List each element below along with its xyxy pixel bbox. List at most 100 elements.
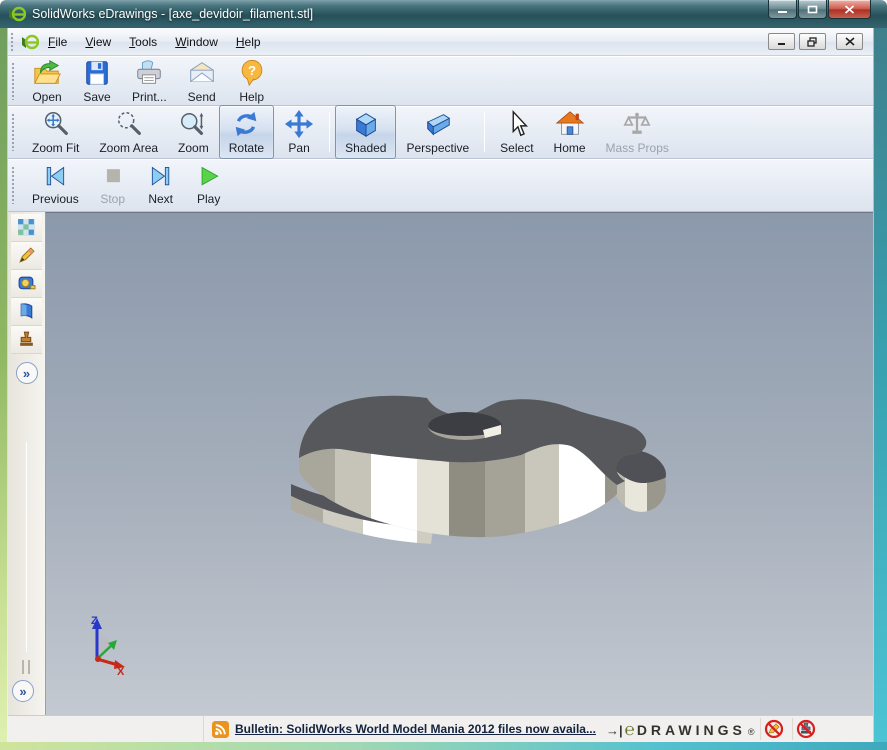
menu-window[interactable]: Window <box>166 31 227 53</box>
svg-text:?: ? <box>248 62 256 77</box>
components-pattern-icon <box>17 218 36 237</box>
zoom-fit-label: Zoom Fit <box>32 141 79 155</box>
home-button[interactable]: Home <box>544 105 596 159</box>
help-button[interactable]: ? Help <box>227 54 277 108</box>
document-restore-button[interactable] <box>799 33 826 50</box>
toolbar-grip[interactable] <box>11 62 15 100</box>
toolbar-standard: Open Save Print... <box>8 56 873 106</box>
menu-tools[interactable]: Tools <box>120 31 166 53</box>
sidebar-expand-bottom-button[interactable]: » <box>12 680 34 702</box>
document-minimize-icon <box>777 37 787 46</box>
close-button[interactable] <box>828 0 871 19</box>
zoom-icon <box>178 109 208 139</box>
next-button[interactable]: Next <box>137 160 185 210</box>
perspective-icon <box>423 109 453 139</box>
toolbar-grip[interactable] <box>11 166 15 204</box>
shaded-label: Shaded <box>345 141 386 155</box>
mass-props-icon <box>622 109 652 139</box>
skip-next-icon <box>147 164 175 190</box>
pan-button[interactable]: Pan <box>274 105 324 159</box>
edrawings-window: SolidWorks eDrawings - [axe_devidoir_fil… <box>0 0 887 750</box>
zoom-area-icon <box>114 109 144 139</box>
open-folder-icon <box>32 58 62 88</box>
select-button[interactable]: Select <box>490 105 543 159</box>
markup-pencil-icon <box>17 246 36 265</box>
model-3d-part <box>289 388 669 553</box>
select-cursor-icon <box>502 109 532 139</box>
statusbar: Bulletin: SolidWorks World Model Mania 2… <box>8 715 873 742</box>
edrawings-wordmark: →| ℮ DRAWINGS ® <box>606 721 754 738</box>
zoom-area-label: Zoom Area <box>99 141 158 155</box>
window-frame-left <box>0 28 8 742</box>
edrawings-logo-icon <box>8 5 26 23</box>
stop-button[interactable]: Stop <box>89 160 137 210</box>
rotate-icon <box>231 109 261 139</box>
zoom-fit-button[interactable]: Zoom Fit <box>22 105 89 159</box>
print-button[interactable]: Print... <box>122 54 177 108</box>
stop-label: Stop <box>100 192 125 206</box>
sidebar-markup-button[interactable] <box>11 242 42 270</box>
z-axis-label: Z <box>91 615 98 627</box>
toolbar-animation: Previous Stop Next Play <box>8 159 873 212</box>
maximize-icon <box>807 5 818 14</box>
sidebar-section-button[interactable] <box>11 298 42 326</box>
pan-label: Pan <box>288 141 309 155</box>
sidebar-stamp-button[interactable] <box>11 326 42 354</box>
no-stamp-icon <box>796 719 816 739</box>
play-button[interactable]: Play <box>185 160 233 210</box>
sidebar-panel-strip: » » <box>8 212 45 715</box>
next-label: Next <box>148 192 173 206</box>
sidebar-splitter[interactable] <box>26 442 27 652</box>
edrawings-document-icon <box>21 33 39 51</box>
document-minimize-button[interactable] <box>768 33 795 50</box>
send-label: Send <box>188 90 216 104</box>
chevron-expand-icon: » <box>19 684 26 699</box>
help-icon: ? <box>237 58 267 88</box>
close-icon <box>844 5 855 14</box>
zoom-button[interactable]: Zoom <box>168 105 219 159</box>
minimize-button[interactable] <box>768 0 797 19</box>
help-label: Help <box>239 90 264 104</box>
zoom-area-button[interactable]: Zoom Area <box>89 105 168 159</box>
home-icon <box>555 109 585 139</box>
model-viewport-canvas[interactable]: Z X <box>45 212 873 715</box>
markup-disabled-indicator[interactable] <box>760 718 786 740</box>
stamp-disabled-indicator[interactable] <box>792 718 818 740</box>
window-title: SolidWorks eDrawings - [axe_devidoir_fil… <box>32 7 313 21</box>
document-close-button[interactable] <box>836 33 863 50</box>
menubar-grip[interactable] <box>10 32 14 52</box>
sidebar-measure-button[interactable] <box>11 270 42 298</box>
maximize-button[interactable] <box>798 0 827 19</box>
send-button[interactable]: Send <box>177 54 227 108</box>
registered-mark: ® <box>748 727 755 737</box>
sidebar-components-button[interactable] <box>11 214 42 242</box>
menu-help[interactable]: Help <box>227 31 270 53</box>
perspective-button[interactable]: Perspective <box>396 105 479 159</box>
save-button[interactable]: Save <box>72 54 122 108</box>
x-axis-label: X <box>117 666 125 675</box>
toolbar-separator <box>484 112 485 152</box>
titlebar[interactable]: SolidWorks eDrawings - [axe_devidoir_fil… <box>0 0 887 28</box>
rss-feed-icon <box>212 721 229 738</box>
sidebar-expand-button[interactable]: » <box>16 362 38 384</box>
previous-label: Previous <box>32 192 79 206</box>
measure-tape-icon <box>17 274 36 293</box>
sidebar-resize-grip[interactable] <box>22 660 30 674</box>
printer-icon <box>134 58 164 88</box>
rotate-button[interactable]: Rotate <box>219 105 274 159</box>
shaded-button[interactable]: Shaded <box>335 105 396 159</box>
previous-button[interactable]: Previous <box>22 160 89 210</box>
window-frame-bottom <box>0 742 887 750</box>
bulletin-link[interactable]: Bulletin: SolidWorks World Model Mania 2… <box>235 722 596 736</box>
menu-file[interactable]: File <box>39 31 76 53</box>
logo-arrow-icon: →| <box>606 723 623 738</box>
no-markup-icon <box>764 719 784 739</box>
chevron-expand-icon: » <box>23 366 30 381</box>
menu-view[interactable]: View <box>76 31 120 53</box>
toolbar-grip[interactable] <box>11 113 15 151</box>
statusbar-bulletin-group: Bulletin: SolidWorks World Model Mania 2… <box>204 718 826 740</box>
home-label: Home <box>554 141 586 155</box>
mass-props-button[interactable]: Mass Props <box>596 105 679 159</box>
open-button[interactable]: Open <box>22 54 72 108</box>
rotate-label: Rotate <box>229 141 264 155</box>
